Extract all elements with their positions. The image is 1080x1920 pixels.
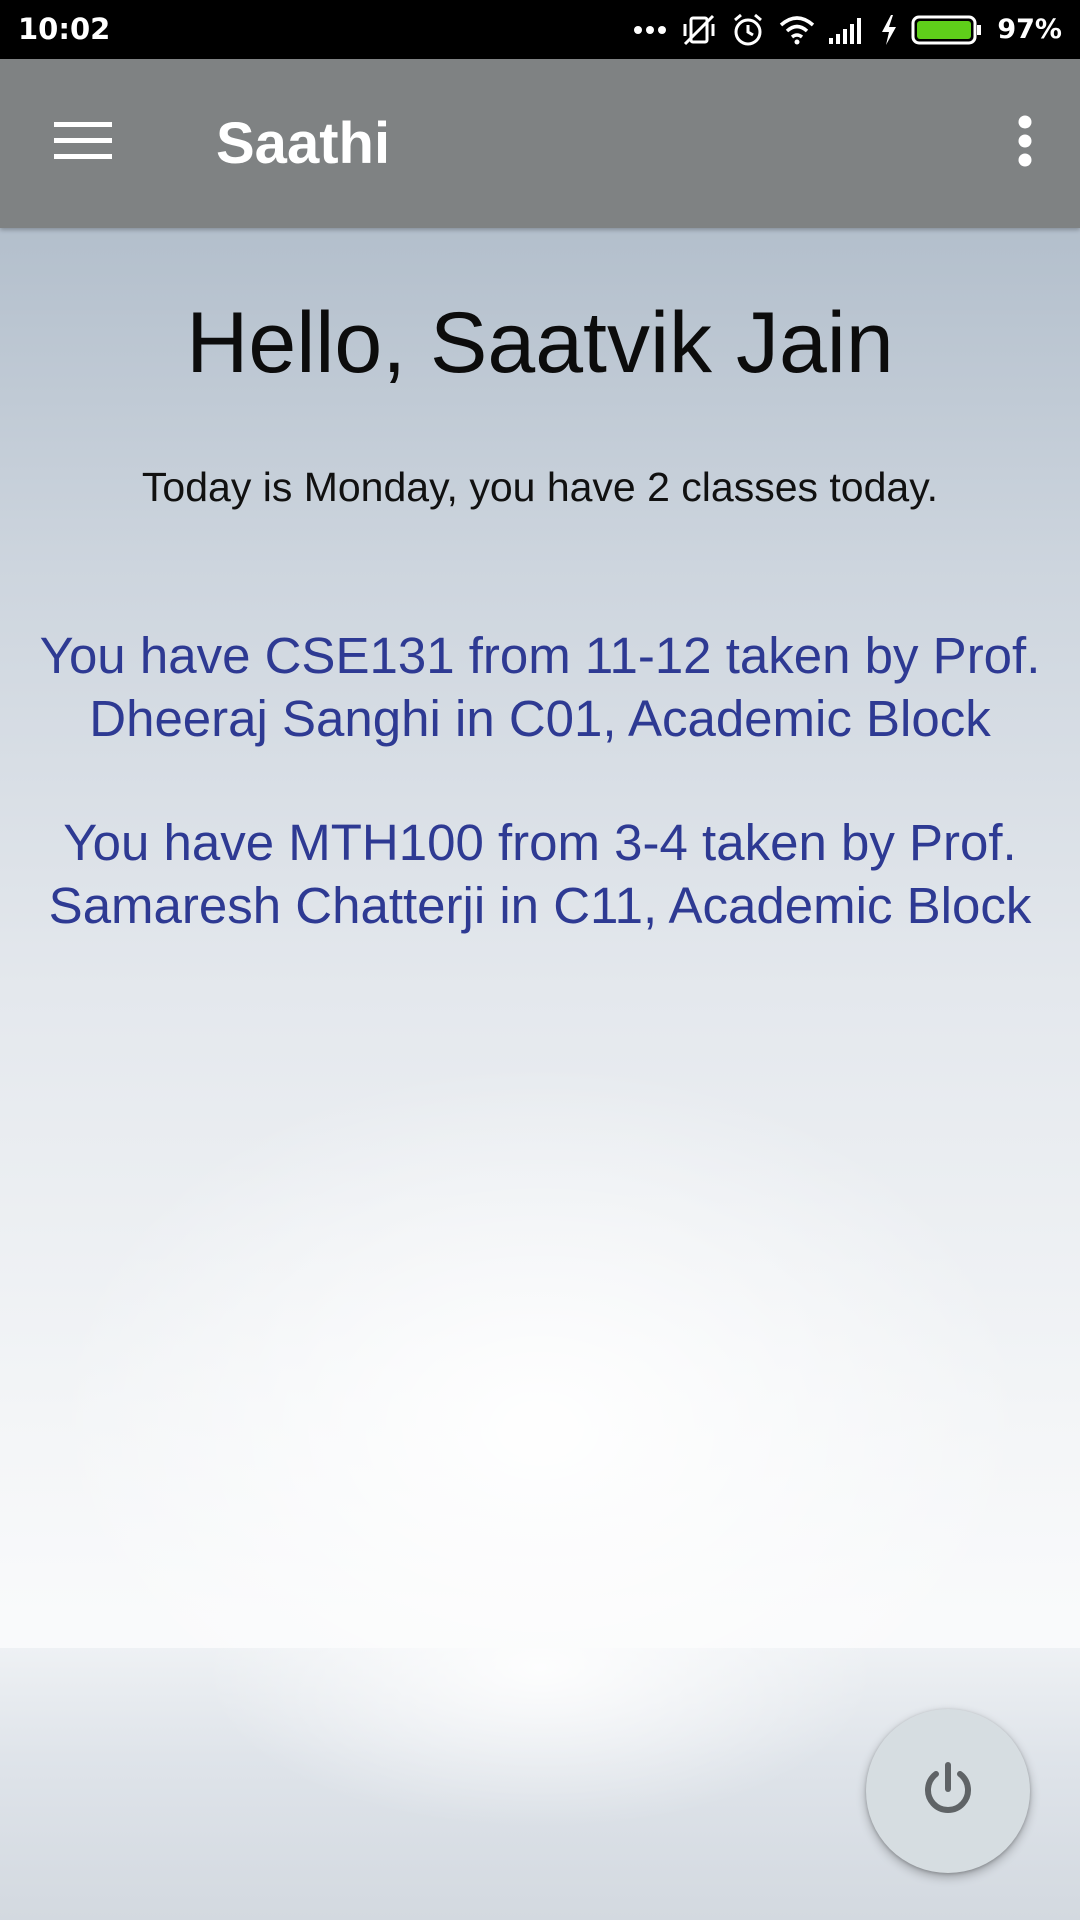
menu-button[interactable] (38, 101, 128, 185)
status-icons: 97% (633, 0, 1062, 59)
more-vert-icon (1017, 115, 1033, 172)
battery-level-fill (917, 20, 972, 39)
vibrate-off-icon (681, 12, 717, 48)
battery-percent: 97% (997, 14, 1062, 45)
app-bar: Saathi (0, 59, 1080, 228)
charging-icon (881, 14, 897, 45)
battery-icon (911, 14, 983, 46)
class-item: You have MTH100 from 3-4 taken by Prof. … (48, 814, 1032, 934)
greeting-heading: Hello, Saatvik Jain (186, 295, 894, 391)
status-time: 10:02 (18, 12, 111, 46)
status-bar: 10:02 97% (0, 0, 1080, 59)
more-notifications-icon (633, 25, 667, 35)
power-icon (921, 1761, 975, 1822)
overflow-menu-button[interactable] (990, 101, 1060, 185)
class-list: You have CSE131 from 11-12 taken by Prof… (0, 624, 1080, 998)
alarm-icon (731, 13, 765, 47)
power-button[interactable] (866, 1709, 1030, 1873)
class-item: You have CSE131 from 11-12 taken by Prof… (39, 627, 1041, 747)
app-title: Saathi (216, 111, 391, 176)
hamburger-menu-icon (54, 120, 112, 167)
cellular-signal-icon (829, 16, 867, 44)
today-summary: Today is Monday, you have 2 classes toda… (141, 464, 939, 510)
wifi-icon (779, 15, 815, 45)
main-content: Hello, Saatvik Jain Today is Monday, you… (0, 228, 1080, 1920)
